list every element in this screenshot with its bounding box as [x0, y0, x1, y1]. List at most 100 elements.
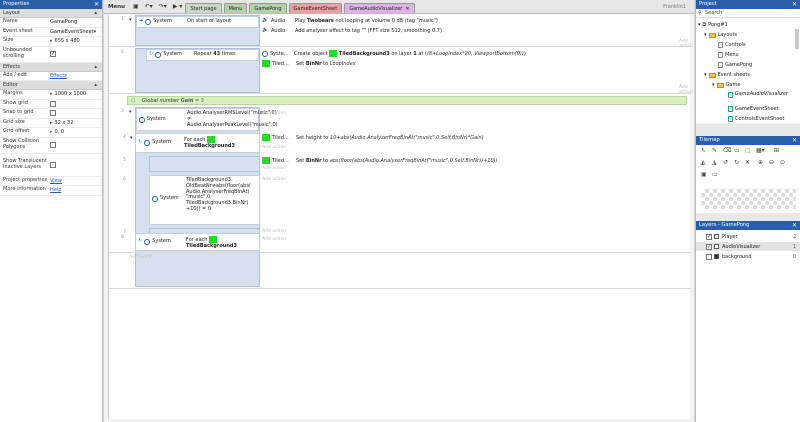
- action-row[interactable]: Tiled... Set BinNr to abs(floor(abs(Audio…: [262, 156, 498, 165]
- tab-game-audio-visualizer[interactable]: GameAudioVisualizer ✕: [344, 3, 415, 13]
- collapse-arrow-icon[interactable]: ▾: [698, 22, 701, 28]
- rectangle-icon[interactable]: ▭: [734, 147, 740, 154]
- save-icon[interactable]: ▣: [133, 3, 139, 10]
- action-row[interactable]: 🔊 Audio Play Twobears not looping at volum…: [262, 16, 438, 25]
- event-block[interactable]: 8 ↻ System For each TiledBackground3 Add …: [109, 233, 691, 253]
- tab-start-page[interactable]: Start page: [185, 3, 222, 13]
- collision-checkbox[interactable]: [50, 142, 56, 148]
- search-input[interactable]: Search: [705, 10, 722, 16]
- expand-icon[interactable]: ▸: [50, 129, 53, 135]
- prop-project-properties[interactable]: Project properties View: [0, 177, 102, 186]
- prop-show-grid[interactable]: Show grid: [0, 100, 102, 109]
- tilemap-panel[interactable]: ↖ ✎ ⌫ ▭ ⬚ ▦▾ ⊞ ◭ ◮ ↺ ↻ ✕ ⊕ ⊖ ⊙ ▣ ▭: [696, 145, 800, 213]
- action-row[interactable]: Tiled... Set height to 10+abs(Audio.Analy…: [262, 133, 484, 142]
- project-search[interactable]: ⚲ Search: [696, 9, 800, 18]
- pencil-icon[interactable]: ✎: [712, 147, 717, 154]
- section-layout[interactable]: Layout ▴: [0, 9, 102, 18]
- prop-event-sheet[interactable]: Event sheet GameEventSheet ▾: [0, 28, 102, 37]
- prop-collision[interactable]: Show Collision Polygons: [0, 138, 102, 154]
- sub-event[interactable]: 5 Tiled... Set BinNr to abs(floor(abs(Aud…: [123, 156, 691, 174]
- tree-event-sheets[interactable]: ▾ Event sheets: [704, 72, 750, 78]
- undo-icon[interactable]: ↶▾: [145, 3, 153, 10]
- layer-visible-checkbox[interactable]: [706, 253, 712, 260]
- view-link[interactable]: View: [50, 178, 62, 184]
- add-event-link[interactable]: Add event: [129, 255, 152, 260]
- tree-item-ges[interactable]: GameEventSheet: [728, 106, 779, 112]
- project-tree[interactable]: ⚲ Search ▾ ⧉ Pong#1 ▾ Layouts Controls Menu …: [696, 9, 800, 123]
- prop-value[interactable]: ▸ 655 x 480: [50, 38, 102, 44]
- close-icon[interactable]: ✕: [792, 221, 797, 230]
- collapse-arrow-icon[interactable]: ▾: [129, 17, 132, 23]
- user-name[interactable]: Franklin1: [663, 4, 686, 10]
- layer-row[interactable]: ✓ AudioVisualizer 1: [696, 242, 800, 251]
- layer-row[interactable]: ✓ Player 2: [696, 232, 800, 241]
- layer-row[interactable]: background 0: [696, 252, 800, 261]
- expand-icon[interactable]: ▸: [50, 120, 53, 126]
- grid-offset-value[interactable]: 0, 0: [55, 129, 65, 135]
- empty-condition[interactable]: [149, 156, 260, 172]
- help-link[interactable]: Help: [50, 187, 61, 193]
- add-action-link[interactable]: Add action: [262, 177, 286, 182]
- collapse-arrow-icon[interactable]: ▾: [704, 72, 707, 78]
- tileset-preview[interactable]: [701, 189, 796, 209]
- expand-icon[interactable]: ▸: [50, 38, 53, 44]
- margins-value[interactable]: 1000 x 1000: [55, 91, 87, 97]
- prop-snap-grid[interactable]: Snap to grid: [0, 109, 102, 119]
- close-icon[interactable]: ✕: [792, 0, 797, 9]
- unbounded-checkbox[interactable]: ✓: [50, 51, 56, 57]
- layers-panel[interactable]: ✓ Player 2 ✓ AudioVisualizer 1 background 0: [696, 230, 800, 422]
- prop-value[interactable]: GameEventSheet ▾: [50, 29, 102, 35]
- event-block[interactable]: 3 ▾ System Audio.AnalyserRMSLevel("music…: [109, 107, 691, 289]
- scrollbar[interactable]: [795, 29, 799, 49]
- snap-grid-checkbox[interactable]: [50, 110, 56, 117]
- condition[interactable]: ↻ System For each TiledBackground3: [135, 233, 260, 251]
- rotate-cw-icon[interactable]: ↻: [734, 159, 739, 166]
- grid-size-value[interactable]: 32 x 32: [55, 120, 74, 126]
- tab-gamepong[interactable]: GamePong: [249, 3, 287, 13]
- effects-link[interactable]: Effects: [50, 73, 67, 79]
- lock-icon[interactable]: [714, 244, 719, 249]
- tree-layouts[interactable]: ▾ Layouts: [704, 32, 737, 38]
- close-icon[interactable]: ✕: [94, 0, 99, 9]
- eraser-icon[interactable]: ⌫: [723, 147, 731, 154]
- tab-game-event-sheet[interactable]: GameEventSheet: [288, 3, 343, 13]
- prop-value[interactable]: GamePong: [50, 19, 102, 25]
- translucent-checkbox[interactable]: [50, 161, 56, 168]
- action-row[interactable]: Syste... Create object TiledBackground3 o…: [262, 49, 526, 58]
- sub-event[interactable]: 6 System TiledBackground3. OldBeatNr≠abs…: [123, 175, 691, 227]
- condition[interactable]: ➜ System On start of layout: [136, 16, 259, 28]
- condition[interactable]: ↻ System For each TiledBackground3: [135, 133, 260, 153]
- prop-unbounded[interactable]: Unbounded scrolling ✓: [0, 47, 102, 63]
- zoom-in-icon[interactable]: ⊕: [758, 159, 763, 166]
- tree-game-folder[interactable]: ▾ Game: [712, 82, 740, 88]
- add-action-link[interactable]: Add action: [679, 85, 693, 95]
- tree-item-gamepong[interactable]: GamePong: [718, 62, 752, 68]
- condition[interactable]: System Audio.AnalyserRMSLevel("music",0)…: [136, 108, 278, 131]
- collapse-arrow-icon[interactable]: ▾: [129, 109, 132, 115]
- prop-effects[interactable]: Add / edit Effects: [0, 72, 102, 81]
- event-sheet-select[interactable]: GameEventSheet: [50, 29, 94, 35]
- prop-translucent[interactable]: Show Translucent Inactive Layers: [0, 154, 102, 177]
- condition-area[interactable]: ↻ System Repeat 43 times: [135, 48, 260, 93]
- collapse-arrow-icon[interactable]: ▾: [712, 82, 715, 88]
- add-action-link[interactable]: Add action: [262, 166, 286, 171]
- tree-item-menu[interactable]: Menu: [718, 52, 739, 58]
- save-icon[interactable]: ▣: [701, 171, 707, 178]
- clear-icon[interactable]: ✕: [745, 159, 750, 166]
- sub-event[interactable]: 4 ▾ ↻ System For each TiledBackground3 Ti…: [123, 133, 691, 155]
- tab-menu[interactable]: Menu: [223, 3, 248, 13]
- fill-icon[interactable]: ⬚: [745, 147, 751, 154]
- collapse-arrow-icon[interactable]: ▾: [704, 32, 707, 38]
- tree-item-ces[interactable]: ControlsEventSheet: [728, 116, 784, 122]
- tree-item-controls[interactable]: Controls: [718, 42, 746, 48]
- expand-icon[interactable]: ▸: [50, 91, 53, 97]
- prop-margins[interactable]: Margins ▸ 1000 x 1000: [0, 90, 102, 100]
- prop-size[interactable]: Size ▸ 655 x 480: [0, 37, 102, 47]
- stamp-icon[interactable]: ▦▾: [756, 147, 765, 154]
- condition[interactable]: System TiledBackground3. OldBeatNr≠abs(f…: [149, 175, 260, 225]
- action-row[interactable]: Tiled... Set BinNr to LoopIndex: [262, 59, 356, 68]
- global-variable[interactable]: ⬡ Global number Gain = 3: [127, 96, 687, 105]
- section-effects[interactable]: Effects ▴: [0, 62, 102, 72]
- redo-icon[interactable]: ↷▾: [159, 3, 167, 10]
- section-editor[interactable]: Editor ▴: [0, 81, 102, 90]
